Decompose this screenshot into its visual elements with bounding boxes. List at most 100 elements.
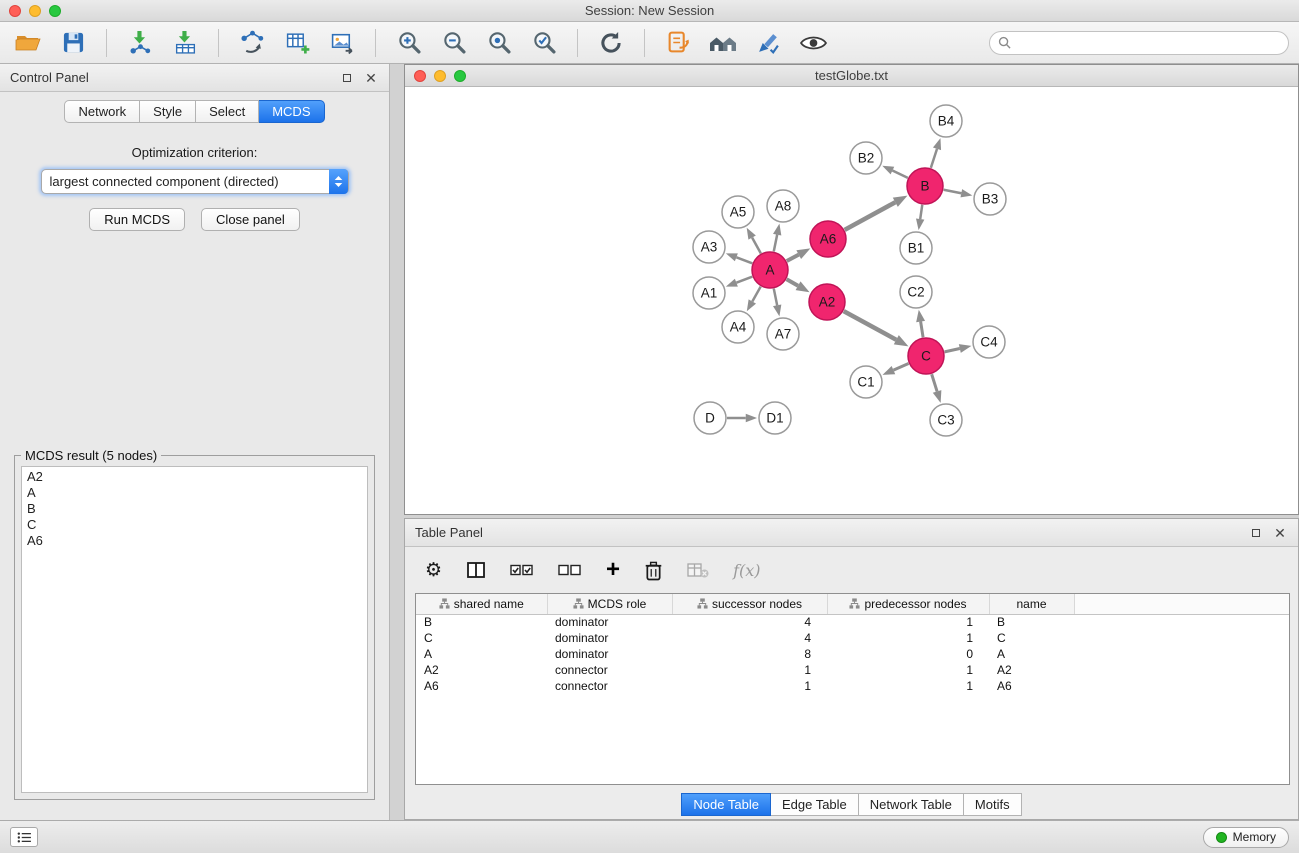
close-panel-button[interactable]: ✕ bbox=[363, 70, 379, 86]
network-edge[interactable] bbox=[920, 205, 922, 219]
column-header-mcds-role[interactable]: MCDS role bbox=[547, 594, 672, 614]
zoom-fit-button[interactable] bbox=[481, 27, 517, 59]
network-node[interactable]: B bbox=[907, 168, 943, 204]
table-row[interactable]: Bdominator41B bbox=[416, 614, 1289, 630]
network-node[interactable]: A8 bbox=[767, 190, 799, 222]
network-edge[interactable] bbox=[921, 322, 923, 338]
table-close-button[interactable]: ✕ bbox=[1272, 525, 1288, 541]
network-edge[interactable] bbox=[844, 311, 897, 340]
network-node[interactable]: D1 bbox=[759, 402, 791, 434]
network-node[interactable]: C1 bbox=[850, 366, 882, 398]
network-edge[interactable] bbox=[944, 190, 962, 194]
import-network-file-button[interactable] bbox=[122, 27, 158, 59]
home-button[interactable] bbox=[705, 27, 741, 59]
network-edge[interactable] bbox=[945, 348, 960, 351]
export-image-button[interactable] bbox=[324, 27, 360, 59]
tab-select[interactable]: Select bbox=[196, 100, 259, 123]
select-all-columns-button[interactable] bbox=[510, 562, 534, 578]
network-edge[interactable] bbox=[736, 277, 752, 283]
network-node[interactable]: B2 bbox=[850, 142, 882, 174]
show-task-history-button[interactable] bbox=[10, 827, 38, 847]
column-header-successor-nodes[interactable]: successor nodes bbox=[672, 594, 827, 614]
delete-column-button[interactable] bbox=[644, 560, 663, 581]
tab-motifs[interactable]: Motifs bbox=[964, 793, 1022, 816]
table-row[interactable]: A6connector11A6 bbox=[416, 678, 1289, 694]
search-input[interactable] bbox=[1016, 35, 1280, 50]
zoom-out-button[interactable] bbox=[436, 27, 472, 59]
table-row[interactable]: Adominator80A bbox=[416, 646, 1289, 662]
network-edge[interactable] bbox=[787, 255, 799, 261]
network-node[interactable]: A4 bbox=[722, 311, 754, 343]
save-session-button[interactable] bbox=[55, 27, 91, 59]
tab-network-table[interactable]: Network Table bbox=[859, 793, 964, 816]
open-session-button[interactable] bbox=[10, 27, 46, 59]
network-edge[interactable] bbox=[774, 235, 777, 252]
show-graphics-details-button[interactable] bbox=[795, 27, 831, 59]
table-float-button[interactable] bbox=[1248, 525, 1264, 541]
network-node[interactable]: A2 bbox=[809, 284, 845, 320]
tab-network[interactable]: Network bbox=[64, 100, 140, 123]
network-node[interactable]: A1 bbox=[693, 277, 725, 309]
tab-edge-table[interactable]: Edge Table bbox=[771, 793, 859, 816]
network-node[interactable]: D bbox=[694, 402, 726, 434]
network-graph[interactable]: A A6 A2 B C A1 A3 A4 A5 A7 A8 B1 B2 B3 B4 C1 C2 C3 C4 D D1 bbox=[405, 87, 1297, 514]
network-edge[interactable] bbox=[752, 238, 761, 254]
mcds-result-item[interactable]: B bbox=[22, 501, 367, 517]
open-recent-button[interactable] bbox=[660, 27, 696, 59]
network-node[interactable]: A3 bbox=[693, 231, 725, 263]
new-table-button[interactable] bbox=[279, 27, 315, 59]
network-edge[interactable] bbox=[774, 289, 777, 306]
run-mcds-button[interactable]: Run MCDS bbox=[89, 208, 185, 231]
network-node[interactable]: B3 bbox=[974, 183, 1006, 215]
table-settings-button[interactable]: ⚙ bbox=[425, 561, 442, 580]
show-columns-button[interactable] bbox=[466, 560, 486, 580]
column-header-predecessor-nodes[interactable]: predecessor nodes bbox=[827, 594, 989, 614]
network-edge[interactable] bbox=[787, 279, 798, 285]
network-edge[interactable] bbox=[736, 257, 752, 263]
mcds-result-list[interactable]: A2ABCA6 bbox=[21, 466, 368, 793]
unselect-all-columns-button[interactable] bbox=[558, 562, 582, 578]
network-edge[interactable] bbox=[892, 171, 907, 178]
optimization-criterion-dropdown[interactable]: largest connected component (directed) bbox=[41, 169, 349, 194]
network-edge[interactable] bbox=[931, 149, 937, 168]
tab-style[interactable]: Style bbox=[140, 100, 196, 123]
network-node[interactable]: C bbox=[908, 338, 944, 374]
network-node[interactable]: A bbox=[752, 252, 788, 288]
network-edge[interactable] bbox=[893, 364, 908, 371]
mcds-result-item[interactable]: A bbox=[22, 485, 367, 501]
delete-table-button[interactable] bbox=[687, 562, 709, 579]
network-canvas[interactable]: A A6 A2 B C A1 A3 A4 A5 A7 A8 B1 B2 B3 B4 C1 C2 C3 C4 D D1 bbox=[405, 87, 1298, 514]
column-header-name[interactable]: name bbox=[989, 594, 1074, 614]
validate-style-button[interactable] bbox=[750, 27, 786, 59]
network-node[interactable]: C2 bbox=[900, 276, 932, 308]
new-network-button[interactable] bbox=[234, 27, 270, 59]
apply-layout-button[interactable] bbox=[593, 27, 629, 59]
network-node[interactable]: C3 bbox=[930, 404, 962, 436]
network-edge[interactable] bbox=[932, 374, 937, 391]
memory-button[interactable]: Memory bbox=[1203, 827, 1289, 848]
function-builder-button[interactable]: f(x) bbox=[733, 561, 760, 580]
network-node[interactable]: A7 bbox=[767, 318, 799, 350]
tab-node-table[interactable]: Node Table bbox=[681, 793, 771, 816]
column-header-shared-name[interactable]: shared name bbox=[416, 594, 547, 614]
network-node[interactable]: B1 bbox=[900, 232, 932, 264]
network-node[interactable]: A6 bbox=[810, 221, 846, 257]
network-edge[interactable] bbox=[752, 287, 760, 302]
create-column-button[interactable]: + bbox=[606, 558, 620, 582]
network-node[interactable]: C4 bbox=[973, 326, 1005, 358]
import-table-file-button[interactable] bbox=[167, 27, 203, 59]
zoom-in-button[interactable] bbox=[391, 27, 427, 59]
network-node[interactable]: A5 bbox=[722, 196, 754, 228]
table-row[interactable]: Cdominator41C bbox=[416, 630, 1289, 646]
mcds-result-item[interactable]: C bbox=[22, 517, 367, 533]
mcds-result-item[interactable]: A2 bbox=[22, 469, 367, 485]
network-edge[interactable] bbox=[845, 202, 896, 230]
tab-mcds[interactable]: MCDS bbox=[259, 100, 324, 123]
float-panel-button[interactable] bbox=[339, 70, 355, 86]
zoom-selected-button[interactable] bbox=[526, 27, 562, 59]
close-panel-push-button[interactable]: Close panel bbox=[201, 208, 300, 231]
network-node[interactable]: B4 bbox=[930, 105, 962, 137]
network-node-label: C bbox=[921, 349, 931, 364]
mcds-result-item[interactable]: A6 bbox=[22, 533, 367, 549]
table-row[interactable]: A2connector11A2 bbox=[416, 662, 1289, 678]
